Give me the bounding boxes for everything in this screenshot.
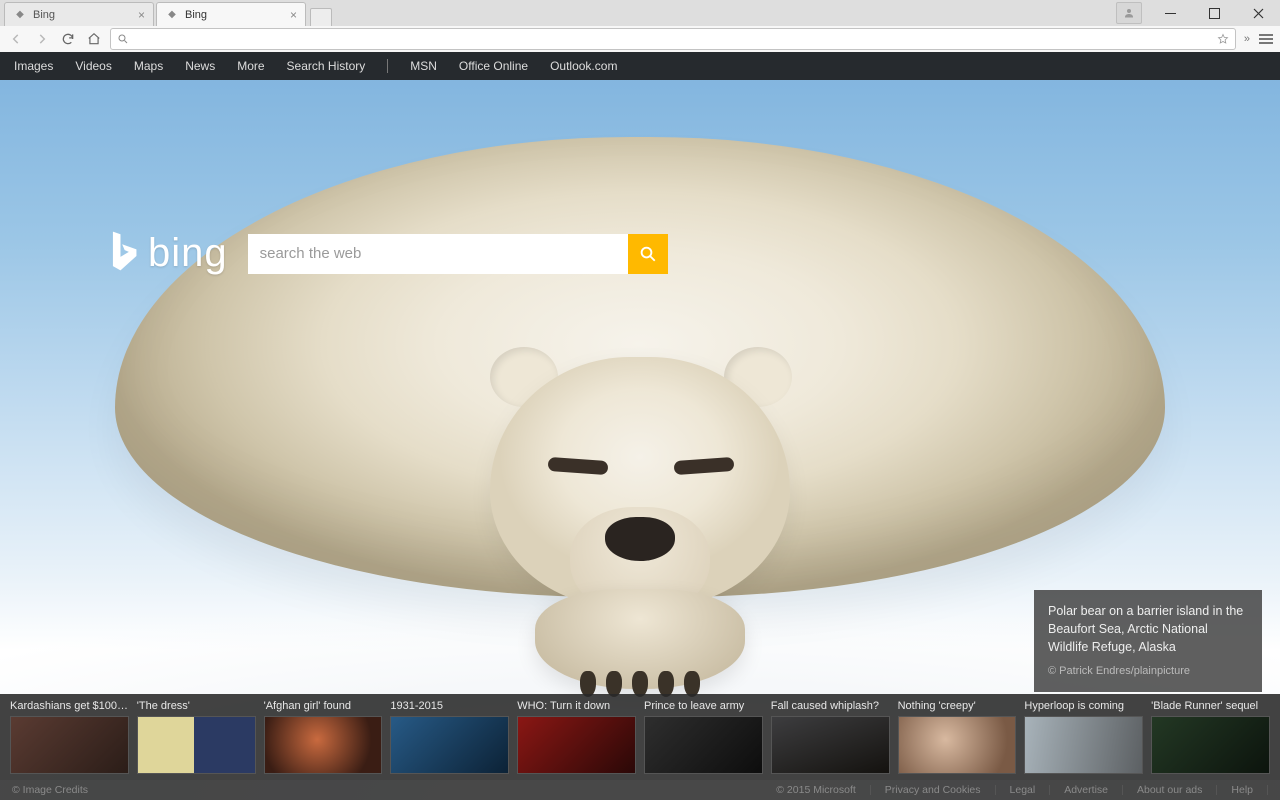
trending-label: Prince to leave army (644, 698, 763, 716)
trending-tile[interactable]: 'Afghan girl' found (264, 698, 383, 774)
footer-advertise[interactable]: Advertise (1064, 784, 1108, 796)
thumbnail-icon (1151, 716, 1270, 774)
footer-separator (995, 785, 996, 795)
trending-label: WHO: Turn it down (517, 698, 636, 716)
tab-title: Bing (33, 9, 55, 21)
address-input[interactable] (129, 32, 1217, 46)
nav-office-online[interactable]: Office Online (459, 59, 528, 73)
bookmark-star-icon[interactable] (1217, 33, 1229, 45)
trending-carousel: Kardashians get $100M? 'The dress' 'Afgh… (0, 694, 1280, 780)
trending-tile[interactable]: Hyperloop is coming (1024, 698, 1143, 774)
thumbnail-icon (517, 716, 636, 774)
trending-label: Nothing 'creepy' (898, 698, 1017, 716)
bing-top-nav: Images Videos Maps News More Search Hist… (0, 52, 1280, 80)
footer-legal[interactable]: Legal (1010, 784, 1036, 796)
tab-bing-1[interactable]: ◆ Bing × (4, 2, 154, 26)
footer-separator (1216, 785, 1217, 795)
nav-home-button[interactable] (84, 29, 104, 49)
browser-toolbar: » (0, 26, 1280, 52)
search-input[interactable] (248, 234, 628, 274)
nav-outlook[interactable]: Outlook.com (550, 59, 617, 73)
trending-tile[interactable]: Fall caused whiplash? (771, 698, 890, 774)
nav-back-button[interactable] (6, 29, 26, 49)
search-box (248, 234, 668, 274)
trending-label: Hyperloop is coming (1024, 698, 1143, 716)
footer-privacy[interactable]: Privacy and Cookies (885, 784, 981, 796)
trending-tile[interactable]: 'Blade Runner' sequel (1151, 698, 1270, 774)
thumbnail-icon (137, 716, 256, 774)
nav-separator (387, 59, 388, 73)
image-credit: © Patrick Endres/plainpicture (1048, 664, 1248, 680)
trending-label: 'Blade Runner' sequel (1151, 698, 1270, 716)
footer-separator (1122, 785, 1123, 795)
thumbnail-icon (264, 716, 383, 774)
footer-image-credits[interactable]: © Image Credits (12, 784, 88, 796)
nav-news[interactable]: News (185, 59, 215, 73)
nav-forward-button[interactable] (32, 29, 52, 49)
footer-separator (870, 785, 871, 795)
footer-copyright: © 2015 Microsoft (776, 784, 856, 796)
nav-maps[interactable]: Maps (134, 59, 163, 73)
nav-more[interactable]: More (237, 59, 264, 73)
tab-strip: ◆ Bing × ◆ Bing × (0, 0, 1280, 26)
trending-label: 'Afghan girl' found (264, 698, 383, 716)
trending-label: 'The dress' (137, 698, 256, 716)
nav-search-history[interactable]: Search History (287, 59, 366, 73)
footer-help[interactable]: Help (1231, 784, 1253, 796)
image-info-card[interactable]: Polar bear on a barrier island in the Be… (1034, 590, 1262, 692)
page-footer: © Image Credits © 2015 Microsoft Privacy… (0, 780, 1280, 800)
trending-label: Fall caused whiplash? (771, 698, 890, 716)
bing-logo-icon (106, 230, 140, 277)
new-tab-button[interactable] (310, 8, 332, 26)
window-close-button[interactable] (1236, 0, 1280, 26)
thumbnail-icon (390, 716, 509, 774)
trending-tile[interactable]: 1931-2015 (390, 698, 509, 774)
thumbnail-icon (10, 716, 129, 774)
trending-label: Kardashians get $100M? (10, 698, 129, 716)
thumbnail-icon (644, 716, 763, 774)
search-area: bing (106, 230, 668, 277)
thumbnail-icon (1024, 716, 1143, 774)
browser-menu-button[interactable] (1258, 34, 1274, 44)
trending-tile[interactable]: Kardashians get $100M? (10, 698, 129, 774)
trending-tile[interactable]: 'The dress' (137, 698, 256, 774)
nav-videos[interactable]: Videos (75, 59, 111, 73)
favicon-icon: ◆ (165, 8, 179, 22)
tab-bing-2[interactable]: ◆ Bing × (156, 2, 306, 26)
nav-msn[interactable]: MSN (410, 59, 437, 73)
search-icon (117, 33, 129, 45)
trending-tile[interactable]: Nothing 'creepy' (898, 698, 1017, 774)
tab-close-icon[interactable]: × (138, 8, 145, 22)
tab-close-icon[interactable]: × (290, 8, 297, 22)
window-maximize-button[interactable] (1192, 0, 1236, 26)
nav-images[interactable]: Images (14, 59, 53, 73)
overflow-chevron-icon[interactable]: » (1242, 33, 1252, 45)
trending-tile[interactable]: WHO: Turn it down (517, 698, 636, 774)
trending-tile[interactable]: Prince to leave army (644, 698, 763, 774)
trending-label: 1931-2015 (390, 698, 509, 716)
thumbnail-icon (898, 716, 1017, 774)
footer-separator (1267, 785, 1268, 795)
nav-reload-button[interactable] (58, 29, 78, 49)
footer-about-ads[interactable]: About our ads (1137, 784, 1202, 796)
bing-logo-text: bing (148, 231, 228, 276)
window-minimize-button[interactable] (1148, 0, 1192, 26)
search-button[interactable] (628, 234, 668, 274)
tab-title: Bing (185, 9, 207, 21)
search-icon (639, 245, 657, 263)
window-controls (1116, 0, 1280, 26)
user-chip-icon[interactable] (1116, 2, 1142, 24)
address-bar[interactable] (110, 28, 1236, 50)
favicon-icon: ◆ (13, 8, 27, 22)
browser-chrome: ◆ Bing × ◆ Bing × » (0, 0, 1280, 52)
footer-separator (1049, 785, 1050, 795)
bing-logo[interactable]: bing (106, 230, 228, 277)
thumbnail-icon (771, 716, 890, 774)
page-content: Images Videos Maps News More Search Hist… (0, 52, 1280, 800)
image-caption: Polar bear on a barrier island in the Be… (1048, 602, 1248, 656)
